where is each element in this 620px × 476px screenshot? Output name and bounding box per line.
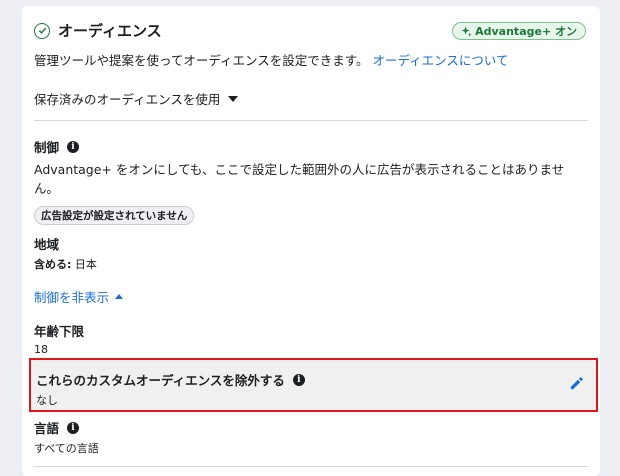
advantage-badge-label: Advantage+ オン [475,25,577,38]
language-value: すべての言語 [34,442,99,455]
sparkle-icon [461,25,472,37]
hide-controls-link[interactable]: 制御を非表示 [34,287,124,306]
caret-up-icon [115,294,124,299]
saved-audience-label: 保存済みのオーディエンスを使用 [34,92,221,107]
location-value: 日本 [74,258,97,271]
about-audience-link[interactable]: オーディエンスについて [373,53,509,68]
audience-card: オーディエンス Advantage+ オン 管理ツールや提案を使ってオーディエン… [22,6,600,476]
min-age-section: 年齢下限 18 [34,321,586,356]
advantage-status-badge: Advantage+ オン [452,22,586,40]
caret-down-icon [228,95,239,102]
exclude-audiences-row[interactable]: これらのカスタムオーディエンスを除外する i なし [29,358,598,412]
location-value-row: 含める: 日本 [34,256,586,272]
audience-header: オーディエンス [34,20,162,41]
exclude-content: これらのカスタムオーディエンスを除外する i なし [36,370,305,408]
location-title: 地域 [34,237,60,252]
divider [34,120,588,121]
audience-title: オーディエンス [58,22,162,40]
hide-controls-label: 制御を非表示 [34,290,110,305]
divider [34,466,588,467]
language-heading: 言語 i [34,418,586,437]
check-circle-icon [34,22,50,39]
exclude-heading: これらのカスタムオーディエンスを除外する i [36,370,305,389]
min-age-value: 18 [34,343,48,356]
min-age-title: 年齢下限 [34,324,85,339]
ad-settings-pill: 広告設定が設定されていません [34,206,195,225]
info-icon[interactable]: i [292,373,305,386]
exclude-value: なし [36,394,58,407]
info-icon[interactable]: i [67,421,80,434]
description-text: 管理ツールや提案を使ってオーディエンスを設定できます。 [34,53,369,68]
saved-audience-dropdown[interactable]: 保存済みのオーディエンスを使用 [34,89,239,108]
controls-title: 制御 [34,140,60,155]
controls-section: 制御 i Advantage+ をオンにしても、ここで設定した範囲外の人に広告が… [34,137,586,225]
exclude-title: これらのカスタムオーディエンスを除外する [36,373,285,388]
audience-description: 管理ツールや提案を使ってオーディエンスを設定できます。 オーディエンスについて [34,50,509,69]
include-label: 含める: [34,258,72,271]
info-icon[interactable]: i [67,140,80,153]
language-title: 言語 [34,421,60,436]
pencil-icon[interactable] [569,376,584,395]
location-section: 地域 含める: 日本 [34,234,586,272]
controls-note: Advantage+ をオンにしても、ここで設定した範囲外の人に広告が表示される… [34,162,565,196]
language-section: 言語 i すべての言語 [34,418,586,456]
controls-heading: 制御 i [34,137,586,156]
